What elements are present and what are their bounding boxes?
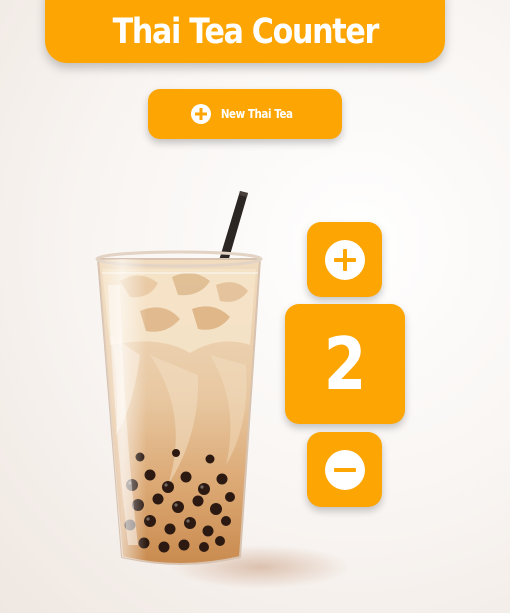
new-thai-tea-button[interactable]: New Thai Tea	[148, 89, 342, 139]
plus-circle-icon	[191, 104, 212, 124]
title-banner: Thai Tea Counter	[45, 0, 445, 63]
page-title: Thai Tea Counter	[112, 11, 379, 52]
new-thai-tea-label: New Thai Tea	[221, 107, 293, 121]
minus-circle-icon	[324, 449, 365, 490]
increment-button[interactable]	[307, 222, 382, 297]
counter-display: 2	[285, 304, 405, 424]
plus-circle-icon	[324, 239, 365, 280]
decrement-button[interactable]	[307, 432, 382, 507]
counter-value: 2	[323, 322, 367, 406]
